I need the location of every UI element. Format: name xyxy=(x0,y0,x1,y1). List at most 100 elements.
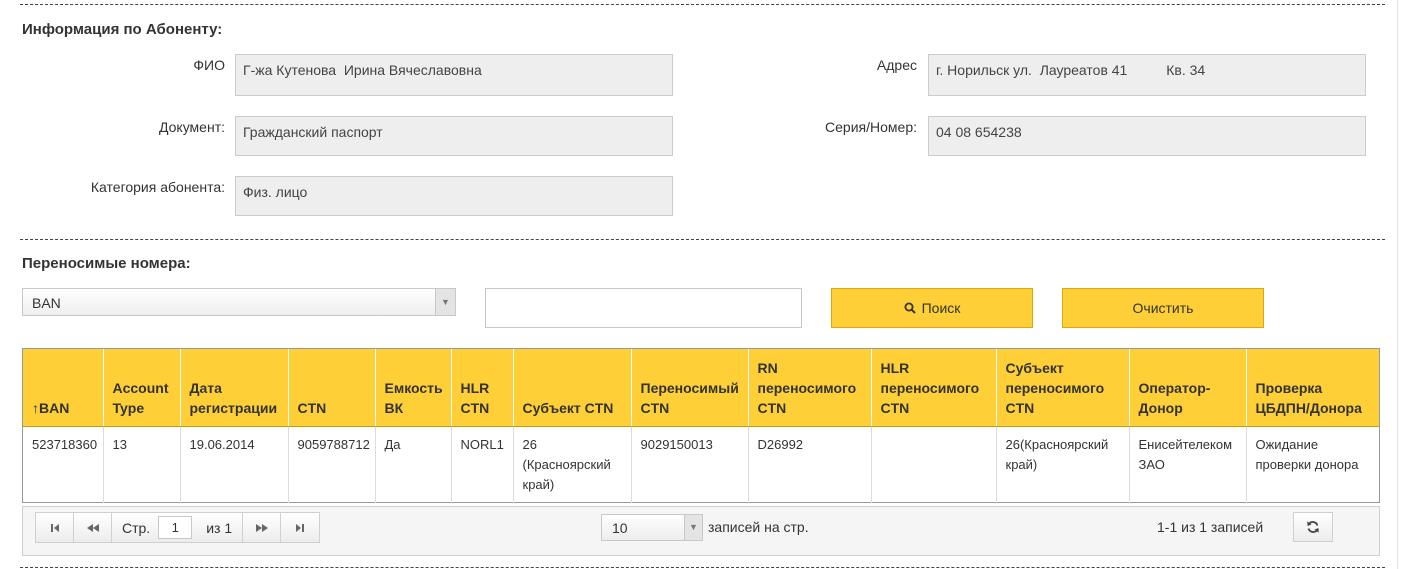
pager: Стр. 1 из 1 10 ▼ записей на стр. 1-1 из … xyxy=(22,506,1380,556)
column-header-text: Оператор- xyxy=(1138,379,1211,396)
column-header-text: переносимого xyxy=(880,379,980,396)
page-of-label: из 1 xyxy=(206,519,233,536)
column-header-text: RN xyxy=(757,359,778,376)
cell-text: 9059788712 xyxy=(297,436,370,452)
chevron-down-icon[interactable]: ▼ xyxy=(435,289,455,315)
column-header-text: CTN xyxy=(880,399,910,416)
per-page-label: записей на стр. xyxy=(708,519,809,535)
cell-text: Енисейтелеком xyxy=(1138,436,1233,452)
subscriber-info-title: Информация по Абоненту: xyxy=(22,21,223,38)
chevron-down-icon[interactable]: ▼ xyxy=(684,515,702,540)
fio-field: Г-жа Кутенова Ирина Вячеславовна xyxy=(235,54,673,96)
table-cell: Енисейтелеком ЗАО xyxy=(1129,426,1247,503)
cell-text: 523718360 xyxy=(32,436,98,452)
table-cell: NORL1 xyxy=(451,426,514,503)
series-field: 04 08 654238 xyxy=(928,116,1366,156)
column-header[interactable]: Переносимый CTN xyxy=(631,349,749,427)
rewind-icon xyxy=(86,523,99,532)
column-header[interactable]: Емкость ВК xyxy=(375,349,452,427)
column-header[interactable]: Субъект переносимого CTN xyxy=(996,349,1130,427)
column-header-text: ЦБДПН/Донора xyxy=(1255,399,1362,416)
pager-nav: Стр. 1 из 1 xyxy=(35,512,321,543)
column-header-text: Account xyxy=(112,379,169,396)
address-field: г. Норильск ул. Лауреатов 41 Кв. 34 xyxy=(928,54,1366,96)
refresh-button[interactable] xyxy=(1293,512,1333,542)
clear-button[interactable]: Очистить xyxy=(1062,288,1264,328)
column-header-text: Проверка xyxy=(1255,379,1323,396)
column-header[interactable]: Субъект CTN xyxy=(513,349,632,427)
table-cell: 9059788712 xyxy=(288,426,376,503)
column-header-text: CTN xyxy=(640,399,670,416)
document-field: Гражданский паспорт xyxy=(235,116,673,156)
cell-text: 26(Красноярский xyxy=(1005,436,1109,452)
cell-text: 19.06.2014 xyxy=(189,436,255,452)
page-size-value: 10 xyxy=(612,520,628,536)
cell-text: проверки донора xyxy=(1255,456,1359,472)
filter-field-value: BAN xyxy=(32,295,61,311)
column-header-text: ↑BAN xyxy=(32,399,70,416)
column-header[interactable]: Account Type xyxy=(103,349,181,427)
cell-text: ЗАО xyxy=(1138,456,1165,472)
category-field: Физ. лицо xyxy=(235,176,673,216)
first-page-button[interactable] xyxy=(36,513,74,542)
column-header[interactable]: ↑BAN xyxy=(23,349,104,427)
cell-text: 9029150013 xyxy=(640,436,713,452)
column-header[interactable]: CTN xyxy=(288,349,376,427)
search-button-label: Поиск xyxy=(921,300,961,316)
column-header-text: HLR xyxy=(460,379,490,396)
table-body: 523718360 13 19.06.2014 9059788712 Да NORL1 26… xyxy=(23,426,1379,503)
column-header-text: CTN xyxy=(460,399,490,416)
column-header-text: переносимого xyxy=(757,379,857,396)
document-label: Документ: xyxy=(159,119,225,135)
column-header-text: Емкость xyxy=(384,379,443,396)
table-cell: 19.06.2014 xyxy=(180,426,289,503)
search-button[interactable]: Поиск xyxy=(831,288,1033,328)
address-label: Адрес xyxy=(876,57,917,73)
divider-bottom xyxy=(20,567,1385,568)
page-size-select[interactable]: 10 ▼ xyxy=(601,514,703,541)
numbers-table: ↑BAN Account Type Дата регистрации CTN Емкость… xyxy=(23,349,1379,503)
column-header[interactable]: Проверка ЦБДПН/Донора xyxy=(1246,349,1379,427)
fast-forward-icon xyxy=(255,523,268,532)
series-label: Серия/Номер: xyxy=(825,119,917,135)
last-page-button[interactable] xyxy=(281,513,319,542)
page-input[interactable]: 1 xyxy=(158,516,193,539)
table-cell: Да xyxy=(375,426,452,503)
column-header-text: Дата xyxy=(189,379,222,396)
column-header-text: ВК xyxy=(384,399,404,416)
cell-text: D26992 xyxy=(757,436,804,452)
last-page-icon xyxy=(296,523,305,532)
cell-text: край) xyxy=(1005,456,1038,472)
filter-field-select[interactable]: BAN ▼ xyxy=(22,288,456,316)
table-cell: D26992 xyxy=(748,426,872,503)
cell-text: 13 xyxy=(112,436,127,452)
column-header-text: CTN xyxy=(297,399,327,416)
cell-text: Ожидание xyxy=(1255,436,1319,452)
page-label: Стр. xyxy=(122,519,151,536)
next-page-button[interactable] xyxy=(243,513,282,542)
column-header[interactable]: Дата регистрации xyxy=(180,349,289,427)
column-header-text: Type xyxy=(112,399,145,416)
column-header[interactable]: Оператор- Донор xyxy=(1129,349,1247,427)
column-header[interactable]: RN переносимого CTN xyxy=(748,349,872,427)
column-header-text: CTN xyxy=(757,399,787,416)
column-header[interactable]: HLR переносимого CTN xyxy=(871,349,997,427)
table-cell: Ожидание проверки донора xyxy=(1246,426,1379,503)
table-cell: 26(Красноярский край) xyxy=(996,426,1130,503)
column-header-text: Субъект CTN xyxy=(522,399,614,416)
table-row[interactable]: 523718360 13 19.06.2014 9059788712 Да NORL1 26… xyxy=(23,426,1379,503)
cell-text: (Красноярский xyxy=(522,456,611,472)
cell-text: Да xyxy=(384,436,401,452)
refresh-icon xyxy=(1307,521,1319,533)
column-header-text: переносимого xyxy=(1005,379,1105,396)
table-cell xyxy=(871,426,997,503)
column-header-text: Субъект xyxy=(1005,359,1064,376)
divider-middle xyxy=(20,239,1385,240)
cell-text: NORL1 xyxy=(460,436,504,452)
table-cell: 26(Красноярскийкрай) xyxy=(513,426,632,503)
records-summary: 1-1 из 1 записей xyxy=(1157,519,1264,535)
search-input[interactable] xyxy=(485,288,802,328)
cell-text: край) xyxy=(522,476,555,492)
column-header[interactable]: HLR CTN xyxy=(451,349,514,427)
prev-page-button[interactable] xyxy=(74,513,112,542)
